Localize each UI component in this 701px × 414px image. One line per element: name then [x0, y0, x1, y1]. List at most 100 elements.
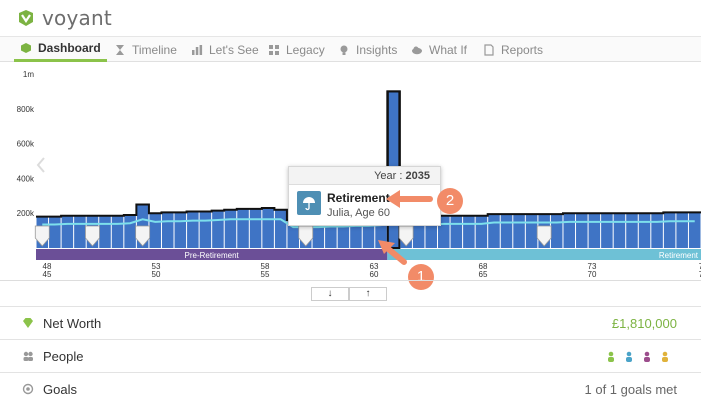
hourglass-icon — [116, 44, 124, 55]
tooltip-year: Year : 2035 — [289, 167, 440, 185]
chart-bar — [475, 215, 488, 248]
phase-label: Pre-Retirement — [185, 251, 240, 260]
tab-insights[interactable]: Insights — [338, 37, 397, 62]
goals-status: 1 of 1 goals met — [584, 381, 678, 397]
age-tick-label: 45 — [43, 270, 52, 279]
diamond-icon — [23, 318, 33, 328]
callout-2: 2 — [437, 188, 463, 214]
person-icon — [608, 351, 614, 362]
chart-bar — [676, 212, 688, 248]
tab-legacy[interactable]: Legacy — [268, 37, 325, 62]
chart-bar — [99, 215, 111, 248]
chart-bar — [174, 212, 187, 248]
summary-row-net-worth[interactable]: Net Worth £1,810,000 — [0, 306, 701, 339]
summary-panel: ↓ ↑ Net Worth £1,810,000 People Goals 1 … — [0, 280, 701, 414]
tab-label: Insights — [356, 42, 398, 57]
phase-label: Retirement — [659, 251, 699, 260]
age-tick-label: 60 — [370, 270, 379, 279]
people-avatars — [608, 351, 668, 362]
chart-bar — [224, 209, 237, 248]
y-tick-label: 1m — [23, 70, 34, 79]
top-bar: voyant — [0, 0, 701, 36]
tab-label: What If — [429, 42, 468, 57]
cloud-icon — [412, 46, 422, 54]
person-icon — [644, 351, 650, 362]
tab-reports[interactable]: Reports — [483, 37, 543, 62]
tab-what-if[interactable]: What If — [411, 37, 467, 62]
tooltip-year-value: 2035 — [405, 170, 430, 182]
people-icon — [23, 351, 33, 361]
chart-bar — [74, 215, 86, 248]
tab-label: Legacy — [286, 42, 325, 57]
chart-bar — [601, 213, 613, 248]
age-tick-label: 65 — [479, 270, 488, 279]
chart-bar — [550, 214, 563, 248]
tab-timeline[interactable]: Timeline — [114, 37, 177, 62]
y-tick-label: 200k — [17, 209, 35, 218]
summary-row-goals[interactable]: Goals 1 of 1 goals met — [0, 372, 701, 405]
chart-bar — [488, 214, 500, 248]
tab-lets-see[interactable]: Let's See — [191, 37, 259, 62]
tab-label: Reports — [501, 42, 544, 57]
tooltip-event-subtitle: Julia, Age 60 — [327, 207, 390, 219]
cube-icon — [21, 43, 31, 53]
umbrella-icon — [297, 191, 321, 215]
chart-bar — [237, 208, 249, 248]
chart-bar — [199, 211, 212, 248]
chart-bar — [613, 213, 626, 248]
chart-bar — [588, 213, 601, 248]
chart-bar — [187, 211, 199, 248]
tooltip-year-label: Year : — [374, 170, 403, 182]
chart-bar — [463, 215, 475, 248]
chart-bar — [249, 208, 262, 248]
y-tick-label: 800k — [17, 105, 35, 114]
y-tick-label: 600k — [17, 140, 35, 149]
chart-bar — [626, 213, 638, 248]
chart-bar — [274, 209, 287, 248]
main-tabs: Dashboard Timeline Let's See Legacy Insi… — [0, 36, 701, 62]
age-tick-label: 50 — [152, 270, 161, 279]
phase-band-retirement — [387, 249, 701, 260]
net-worth-value: £1,810,000 — [611, 315, 677, 331]
chart-bar — [124, 214, 136, 248]
chart-bar — [663, 212, 676, 248]
target-icon — [22, 383, 34, 395]
summary-label: People — [43, 348, 84, 364]
document-icon — [484, 43, 494, 56]
chart-bar — [500, 214, 513, 248]
y-tick-label: 400k — [17, 174, 35, 183]
chart-bar — [688, 212, 701, 248]
age-tick-label: 70 — [588, 270, 597, 279]
lightbulb-icon — [340, 45, 348, 55]
chevron-left-icon — [36, 157, 45, 173]
summary-label: Goals — [43, 381, 77, 397]
app-name: voyant — [42, 6, 112, 30]
chart-bar — [525, 214, 538, 248]
chart-bar — [161, 212, 174, 248]
chart-bar — [450, 215, 463, 248]
tab-label: Dashboard — [38, 41, 101, 55]
person-icon — [626, 351, 632, 362]
expand-up-button[interactable]: ↑ — [349, 287, 387, 301]
summary-row-people[interactable]: People — [0, 339, 701, 372]
collapse-down-button[interactable]: ↓ — [311, 287, 349, 301]
tooltip-event-title: Retirement — [327, 191, 390, 205]
year-tooltip: Year : 2035 Retirement Julia, Age 60 — [288, 166, 441, 226]
bars-icon — [192, 44, 203, 55]
chart-bar — [638, 213, 651, 248]
tab-label: Timeline — [132, 42, 177, 57]
chart-bar — [563, 213, 576, 248]
age-tick-label: 55 — [261, 270, 270, 279]
chart-bar — [262, 207, 274, 248]
tab-label: Let's See — [209, 42, 259, 57]
chart-bar — [576, 213, 588, 248]
person-icon — [662, 351, 668, 362]
voyant-logo-icon — [19, 10, 33, 26]
chart-bar — [49, 216, 61, 248]
tree-icon — [269, 44, 279, 55]
chart-bar — [212, 210, 224, 248]
chart-bar — [513, 214, 525, 248]
tab-dashboard[interactable]: Dashboard — [14, 37, 107, 62]
chart-bar — [111, 215, 124, 248]
voyant-logo[interactable]: voyant — [16, 6, 112, 30]
